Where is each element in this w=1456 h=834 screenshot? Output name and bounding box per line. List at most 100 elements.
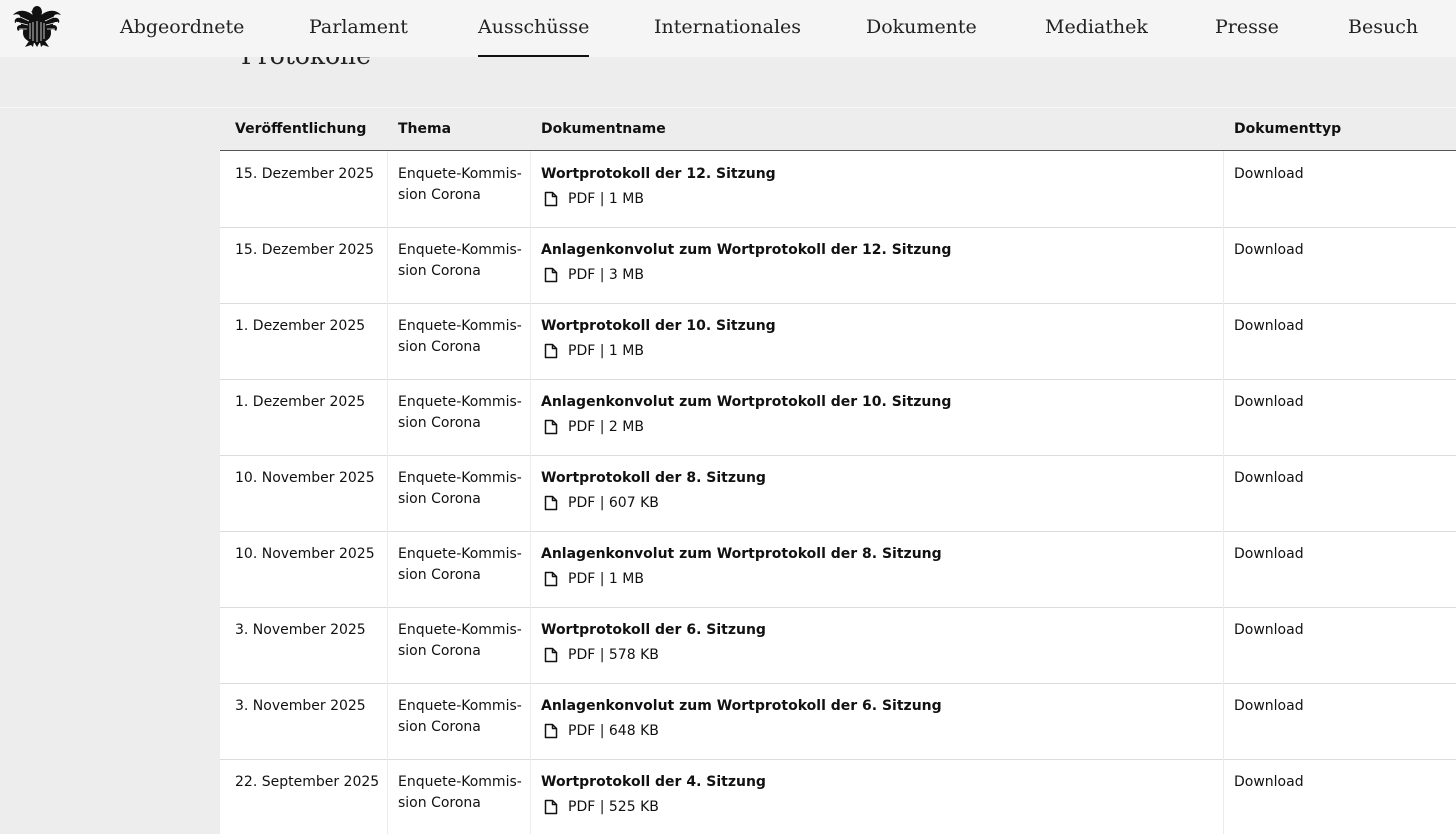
column-divider bbox=[1223, 455, 1224, 531]
table-row: 15. Dezember 2025 Enquete-Kommis-sion Cor… bbox=[220, 227, 1456, 304]
bundesadler-logo[interactable] bbox=[12, 3, 62, 47]
table-row: 1. Dezember 2025 Enquete-Kommis-sion Coro… bbox=[220, 303, 1456, 380]
document-title-link[interactable]: Wortprotokoll der 4. Sitzung bbox=[541, 772, 1191, 793]
column-divider bbox=[387, 607, 388, 683]
file-info: PDF | 648 KB bbox=[568, 722, 659, 739]
column-divider bbox=[530, 227, 531, 303]
document-icon bbox=[544, 191, 558, 206]
document-meta: PDF | 1 MB bbox=[541, 189, 1191, 210]
nav-item-internationales[interactable]: Internationales bbox=[654, 0, 801, 57]
column-divider bbox=[530, 151, 531, 227]
file-info: PDF | 525 KB bbox=[568, 798, 659, 815]
column-divider bbox=[1223, 379, 1224, 455]
document-icon bbox=[544, 571, 558, 586]
column-divider bbox=[387, 303, 388, 379]
thema-cell: Enquete-Kommis-sion Corona bbox=[398, 622, 522, 659]
column-divider bbox=[530, 683, 531, 759]
publication-date: 1. Dezember 2025 bbox=[235, 394, 366, 410]
thema-cell: Enquete-Kommis-sion Corona bbox=[398, 698, 522, 735]
document-title-link[interactable]: Anlagenkonvolut zum Wortprotokoll der 6.… bbox=[541, 696, 1191, 717]
file-info: PDF | 3 MB bbox=[568, 266, 644, 283]
download-link[interactable]: Download bbox=[1234, 696, 1304, 717]
document-icon bbox=[544, 267, 558, 282]
document-meta: PDF | 1 MB bbox=[541, 341, 1191, 362]
document-meta: PDF | 525 KB bbox=[541, 797, 1191, 818]
column-header-type[interactable]: Dokumenttyp bbox=[1234, 121, 1341, 137]
document-cell: Wortprotokoll der 10. Sitzung PDF | 1 MB bbox=[541, 316, 1191, 361]
document-cell: Wortprotokoll der 6. Sitzung PDF | 578 KB bbox=[541, 620, 1191, 665]
publication-date: 22. September 2025 bbox=[235, 774, 380, 790]
column-header-thema[interactable]: Thema bbox=[398, 121, 451, 137]
column-divider bbox=[1223, 607, 1224, 683]
document-meta: PDF | 2 MB bbox=[541, 417, 1191, 438]
column-divider bbox=[530, 303, 531, 379]
publication-date: 10. November 2025 bbox=[235, 470, 375, 486]
thema-cell: Enquete-Kommis-sion Corona bbox=[398, 546, 522, 583]
thema-cell: Enquete-Kommis-sion Corona bbox=[398, 166, 522, 203]
document-title-link[interactable]: Wortprotokoll der 8. Sitzung bbox=[541, 468, 1191, 489]
protocols-table: Veröffentlichung Thema Dokumentname Doku… bbox=[220, 109, 1456, 834]
download-link[interactable]: Download bbox=[1234, 240, 1304, 261]
download-link[interactable]: Download bbox=[1234, 468, 1304, 489]
column-divider bbox=[1223, 759, 1224, 834]
document-title-link[interactable]: Anlagenkonvolut zum Wortprotokoll der 12… bbox=[541, 240, 1191, 261]
column-divider bbox=[387, 151, 388, 227]
nav-item-dokumente[interactable]: Dokumente bbox=[866, 0, 977, 57]
nav-item-mediathek[interactable]: Mediathek bbox=[1045, 0, 1148, 57]
table-row: 10. November 2025 Enquete-Kommis-sion Cor… bbox=[220, 455, 1456, 532]
table-row: 3. November 2025 Enquete-Kommis-sion Coro… bbox=[220, 607, 1456, 684]
document-icon bbox=[544, 419, 558, 434]
column-divider bbox=[530, 607, 531, 683]
column-divider bbox=[387, 759, 388, 834]
nav-item-presse[interactable]: Presse bbox=[1215, 0, 1279, 57]
publication-date: 3. November 2025 bbox=[235, 622, 366, 638]
document-icon bbox=[544, 723, 558, 738]
document-cell: Anlagenkonvolut zum Wortprotokoll der 12… bbox=[541, 240, 1191, 285]
column-divider bbox=[530, 759, 531, 834]
document-icon bbox=[544, 343, 558, 358]
document-title-link[interactable]: Anlagenkonvolut zum Wortprotokoll der 10… bbox=[541, 392, 1191, 413]
document-title-link[interactable]: Wortprotokoll der 10. Sitzung bbox=[541, 316, 1191, 337]
download-link[interactable]: Download bbox=[1234, 544, 1304, 565]
document-meta: PDF | 648 KB bbox=[541, 721, 1191, 742]
document-cell: Anlagenkonvolut zum Wortprotokoll der 6.… bbox=[541, 696, 1191, 741]
download-link[interactable]: Download bbox=[1234, 620, 1304, 641]
column-divider bbox=[530, 455, 531, 531]
table-row: 10. November 2025 Enquete-Kommis-sion Cor… bbox=[220, 531, 1456, 608]
document-title-link[interactable]: Wortprotokoll der 6. Sitzung bbox=[541, 620, 1191, 641]
document-cell: Anlagenkonvolut zum Wortprotokoll der 10… bbox=[541, 392, 1191, 437]
column-divider bbox=[387, 227, 388, 303]
file-info: PDF | 1 MB bbox=[568, 190, 644, 207]
thema-cell: Enquete-Kommis-sion Corona bbox=[398, 242, 522, 279]
table-header: Veröffentlichung Thema Dokumentname Doku… bbox=[220, 109, 1456, 151]
column-divider bbox=[387, 531, 388, 607]
download-link[interactable]: Download bbox=[1234, 164, 1304, 185]
nav-item-besuch[interactable]: Besuch bbox=[1348, 0, 1418, 57]
table-row: 15. Dezember 2025 Enquete-Kommis-sion Cor… bbox=[220, 151, 1456, 228]
nav-item-ausschuesse[interactable]: Ausschüsse bbox=[478, 0, 590, 57]
file-info: PDF | 1 MB bbox=[568, 342, 644, 359]
document-title-link[interactable]: Wortprotokoll der 12. Sitzung bbox=[541, 164, 1191, 185]
document-cell: Wortprotokoll der 12. Sitzung PDF | 1 MB bbox=[541, 164, 1191, 209]
top-navigation: Abgeordnete Parlament Ausschüsse Interna… bbox=[0, 0, 1456, 57]
column-header-document[interactable]: Dokumentname bbox=[541, 121, 666, 137]
column-divider bbox=[1223, 151, 1224, 227]
table-row: 1. Dezember 2025 Enquete-Kommis-sion Coro… bbox=[220, 379, 1456, 456]
publication-date: 10. November 2025 bbox=[235, 546, 375, 562]
document-cell: Anlagenkonvolut zum Wortprotokoll der 8.… bbox=[541, 544, 1191, 589]
nav-item-abgeordnete[interactable]: Abgeordnete bbox=[120, 0, 244, 57]
download-link[interactable]: Download bbox=[1234, 772, 1304, 793]
document-meta: PDF | 1 MB bbox=[541, 569, 1191, 590]
column-divider bbox=[387, 683, 388, 759]
thema-cell: Enquete-Kommis-sion Corona bbox=[398, 318, 522, 355]
thema-cell: Enquete-Kommis-sion Corona bbox=[398, 774, 522, 811]
column-divider bbox=[530, 531, 531, 607]
document-title-link[interactable]: Anlagenkonvolut zum Wortprotokoll der 8.… bbox=[541, 544, 1191, 565]
column-divider bbox=[1223, 227, 1224, 303]
download-link[interactable]: Download bbox=[1234, 316, 1304, 337]
document-icon bbox=[544, 799, 558, 814]
document-meta: PDF | 578 KB bbox=[541, 645, 1191, 666]
column-header-date[interactable]: Veröffentlichung bbox=[235, 121, 366, 137]
download-link[interactable]: Download bbox=[1234, 392, 1304, 413]
nav-item-parlament[interactable]: Parlament bbox=[309, 0, 408, 57]
